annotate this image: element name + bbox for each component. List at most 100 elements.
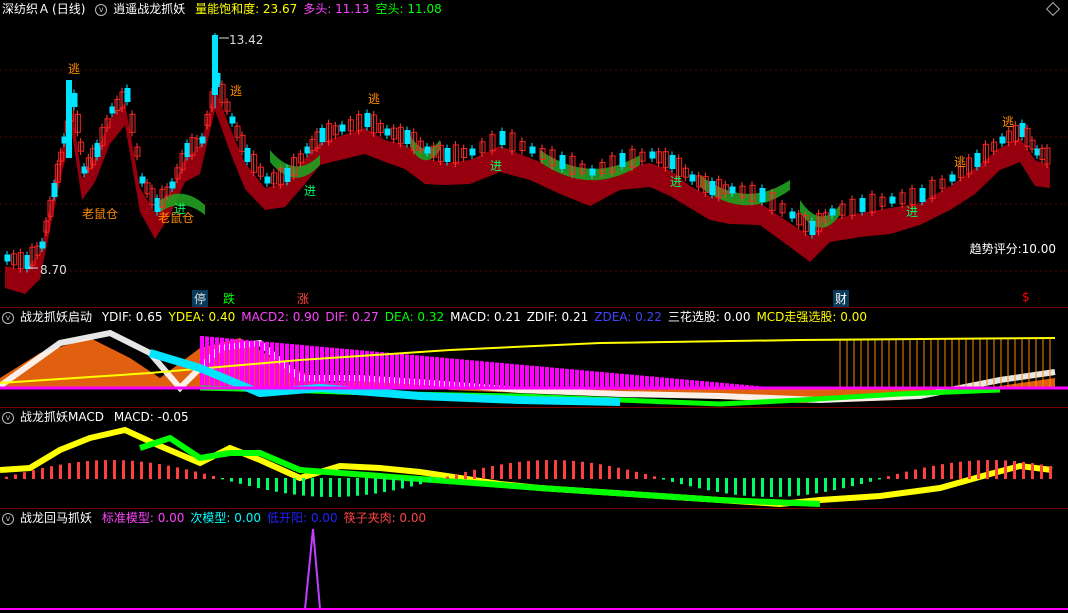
macd-bar <box>734 478 737 495</box>
candle <box>709 181 716 195</box>
macd-bar <box>905 471 908 479</box>
macd-bar <box>221 478 224 480</box>
signal-escape: 逃 <box>368 92 381 106</box>
candle <box>499 131 506 145</box>
indicator-name[interactable]: 战龙抓妖启动 <box>20 310 92 324</box>
macd-bar <box>797 478 800 496</box>
candle <box>124 88 131 102</box>
macd-bar <box>50 466 53 479</box>
macd2-bar <box>510 363 514 388</box>
indicator-value: MACD: 0.21 <box>450 310 521 324</box>
candle <box>919 188 926 202</box>
macd-bar <box>311 478 314 497</box>
macd-bar <box>896 473 899 479</box>
macd2-bar <box>390 353 394 388</box>
macd2-bar <box>405 354 409 388</box>
macd-bar <box>428 478 431 483</box>
macd2-bar <box>370 351 374 388</box>
macd2-bar <box>435 357 439 388</box>
main-chart-pane[interactable]: 深纺织Ａ (日线) v 逍遥战龙抓妖 量能饱和度: 23.67 多头: 11.13 空头… <box>0 0 1068 308</box>
macd2-bar <box>575 369 579 388</box>
low-price-label: 8.70 <box>40 263 67 277</box>
macd-bar <box>653 476 656 479</box>
macd-bar <box>1022 461 1025 479</box>
macd-bar <box>86 461 89 479</box>
indicator-value: 量能饱和度: 23.67 <box>195 2 298 16</box>
macd-bar <box>392 478 395 491</box>
candle <box>364 113 371 127</box>
macd-bar <box>554 460 557 479</box>
candle <box>859 198 866 212</box>
macd2-bar <box>490 362 494 388</box>
macd2-bar <box>215 337 219 388</box>
macd2-bar <box>260 341 264 388</box>
macd2-bar <box>285 343 289 388</box>
macd-bar <box>131 460 134 479</box>
candle <box>809 221 816 235</box>
macd2-bar <box>290 344 294 388</box>
macd2-bar <box>270 342 274 388</box>
macd-bar <box>545 460 548 479</box>
indicator-value: MCD走强选股: 0.00 <box>756 310 868 324</box>
indicator-name[interactable]: 逍遥战龙抓妖 <box>113 2 185 16</box>
macd2-bar <box>475 360 479 388</box>
macd-bar <box>716 478 719 492</box>
candle <box>404 130 411 144</box>
candle <box>689 174 696 182</box>
indicator-value: 标准模型: 0.00 <box>101 511 185 525</box>
macd2-bar <box>385 352 389 388</box>
indicator-value: MACD2: 0.90 <box>241 310 320 324</box>
macd2-bar <box>450 358 454 388</box>
candle <box>589 168 596 176</box>
macd2-bar <box>205 336 209 388</box>
macd-bar <box>608 465 611 479</box>
pane4-indicator-values: 标准模型: 0.00 次模型: 0.00 低开阳: 0.00 筷子夹肉: 0.00 <box>102 511 432 525</box>
indicator-toggle-icon[interactable]: v <box>2 411 14 424</box>
candle <box>649 151 656 159</box>
indicator-value: YDIF: 0.65 <box>101 310 163 324</box>
macd-bar <box>1040 464 1043 479</box>
main-indicator-values: 量能饱和度: 23.67 多头: 11.13 空头: 11.08 <box>195 2 448 16</box>
candle <box>251 153 258 173</box>
marker-finance: 财 <box>833 290 850 307</box>
macd-bar <box>527 460 530 479</box>
macd-bar <box>374 478 377 494</box>
candle <box>559 155 566 169</box>
indicator-toggle-icon[interactable]: v <box>2 512 14 525</box>
macd2-bar <box>295 344 299 388</box>
macd-bar <box>680 478 683 485</box>
macd-bar <box>41 468 44 479</box>
macd-bar <box>941 464 944 479</box>
pane3-indicator-values: MACD: -0.05 <box>114 410 195 424</box>
candle <box>384 128 391 136</box>
macd2-bar <box>455 358 459 388</box>
candle <box>1034 148 1041 156</box>
pane2-header: v 战龙抓妖启动 YDIF: 0.65 YDEA: 0.40 MACD2: 0.90 D… <box>0 308 879 326</box>
indicator-toggle-icon[interactable]: v <box>95 3 108 16</box>
macd-bar <box>869 478 872 482</box>
macd2-bar <box>665 377 669 388</box>
macd2-bar <box>505 363 509 388</box>
candle <box>529 146 536 154</box>
candle <box>71 93 78 107</box>
candlestick-chart[interactable] <box>0 0 1068 308</box>
candle <box>66 80 72 158</box>
indicator-toggle-icon[interactable]: v <box>2 311 14 324</box>
macd2-bar <box>415 355 419 388</box>
startup-indicator-pane[interactable]: v 战龙抓妖启动 YDIF: 0.65 YDEA: 0.40 MACD2: 0.90 D… <box>0 308 1068 408</box>
standard-model-spike <box>304 528 321 610</box>
macd-pane[interactable]: v 战龙抓妖MACD MACD: -0.05 <box>0 408 1068 509</box>
stock-name[interactable]: 深纺织Ａ <box>2 2 50 16</box>
macd2-bar <box>635 375 639 388</box>
indicator-name[interactable]: 战龙回马抓妖 <box>20 511 92 525</box>
macd2-bar <box>570 369 574 388</box>
candle <box>169 181 176 189</box>
macd2-bar <box>400 354 404 388</box>
macd-bar <box>860 478 863 484</box>
macd-bar <box>1049 466 1052 479</box>
indicator-name[interactable]: 战龙抓妖MACD <box>20 410 104 424</box>
indicator-value: 三花选股: 0.00 <box>667 310 751 324</box>
candle <box>759 188 766 202</box>
pullback-pane[interactable]: v 战龙回马抓妖 标准模型: 0.00 次模型: 0.00 低开阳: 0.00 筷子夹肉… <box>0 509 1068 613</box>
macd-bar <box>788 478 791 497</box>
